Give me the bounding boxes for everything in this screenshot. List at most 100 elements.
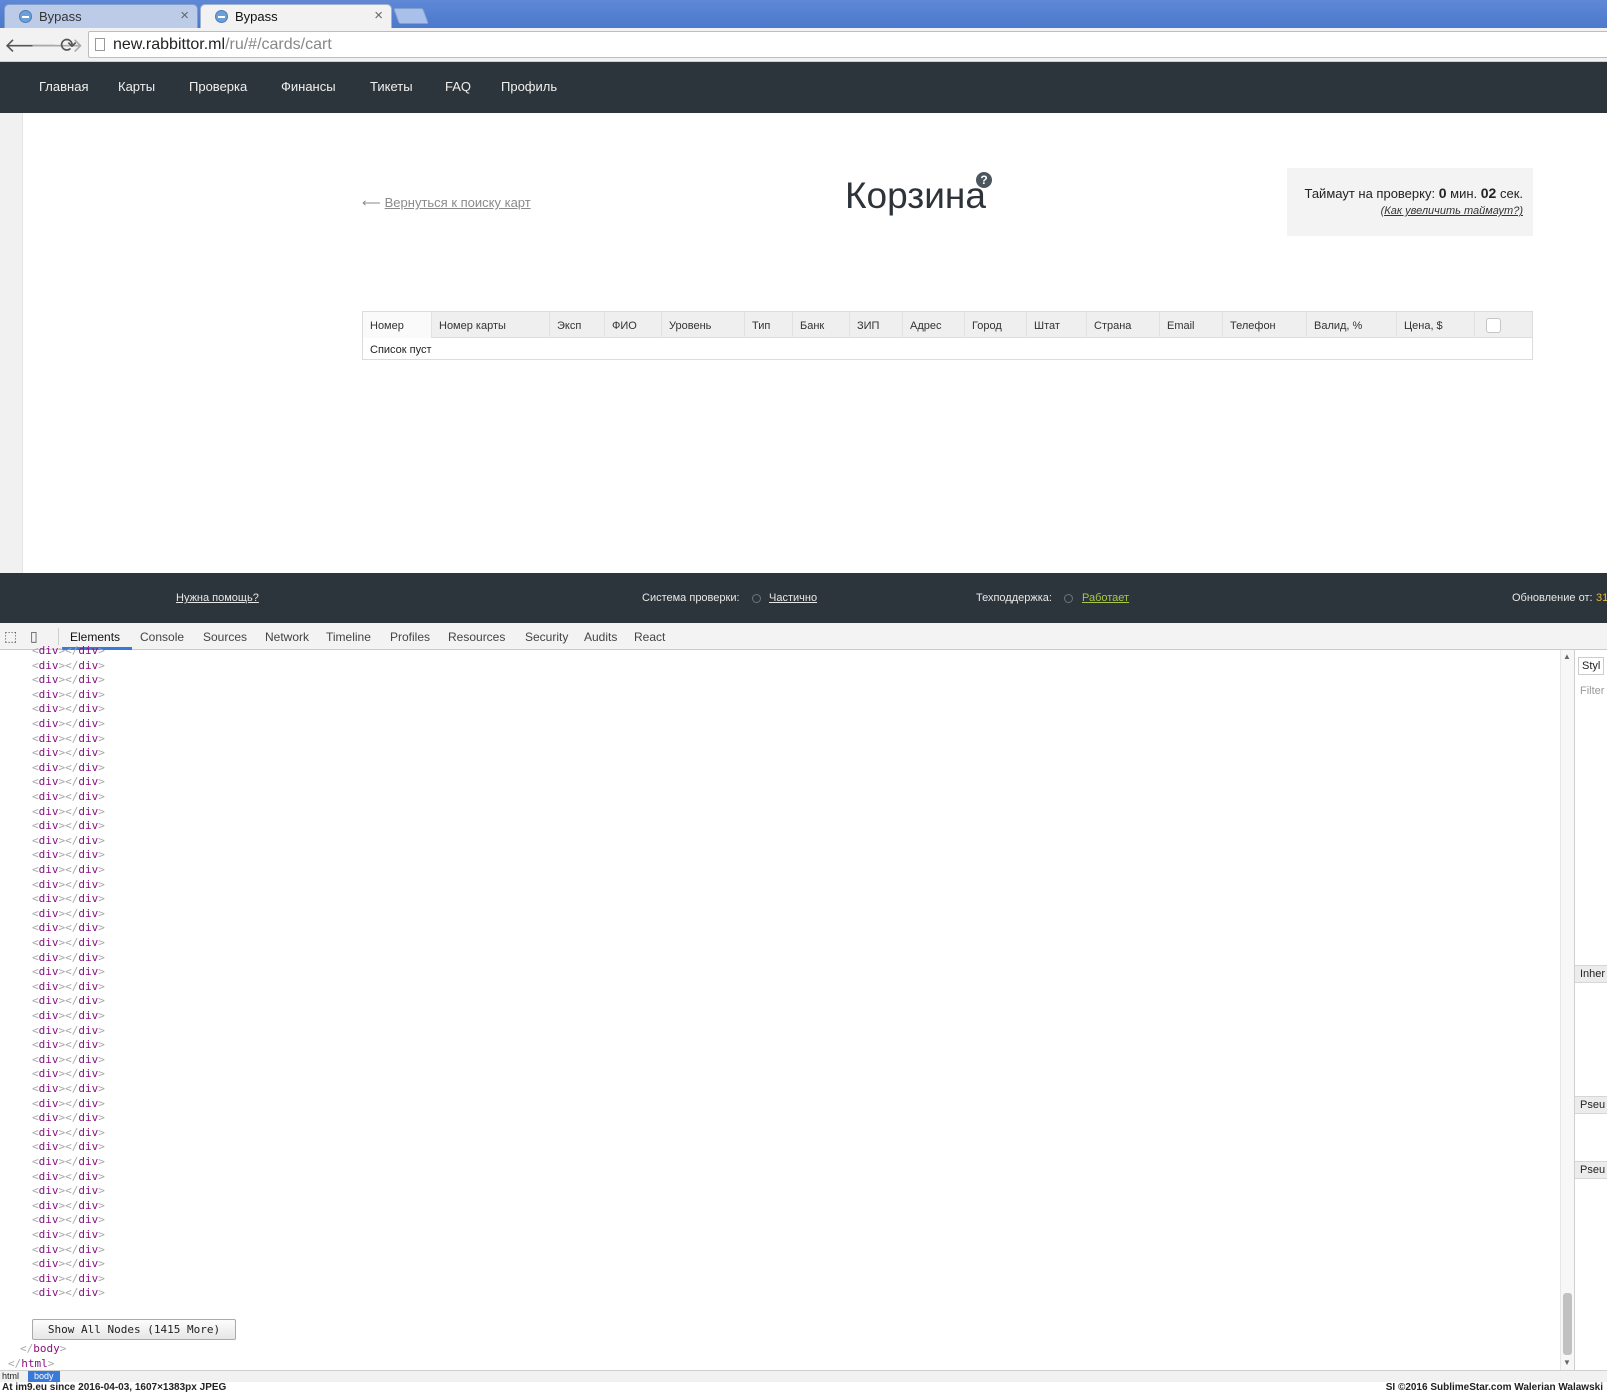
address-bar[interactable]: new.rabbittor.ml/ru/#/cards/cart — [88, 31, 1607, 58]
dom-node-row[interactable]: <div></div> — [32, 1228, 105, 1241]
column-header[interactable]: Штат — [1027, 312, 1087, 338]
dom-node-row[interactable]: <div></div> — [32, 1170, 105, 1183]
devtools-tab-audits[interactable]: Audits — [584, 630, 617, 644]
dom-node-row[interactable]: <div></div> — [32, 921, 105, 934]
column-header[interactable]: Эксп — [550, 312, 605, 338]
dom-node-row[interactable]: <div></div> — [32, 878, 105, 891]
devtools-tab-console[interactable]: Console — [140, 630, 184, 644]
dom-node-row[interactable]: <div></div> — [32, 746, 105, 759]
dom-node-row[interactable]: <div></div> — [32, 1097, 105, 1110]
dom-node-row[interactable]: <div></div> — [32, 965, 105, 978]
inspect-element-icon[interactable]: ⬚ — [4, 628, 17, 645]
dom-node-row[interactable]: <div></div> — [32, 1111, 105, 1124]
html-closing-tag[interactable]: </html> — [8, 1357, 54, 1370]
nav-item-faq[interactable]: FAQ — [445, 79, 471, 94]
dom-node-row[interactable]: <div></div> — [32, 1082, 105, 1095]
column-header[interactable]: Банк — [793, 312, 850, 338]
dom-node-row[interactable]: <div></div> — [32, 761, 105, 774]
dom-node-row[interactable]: <div></div> — [32, 688, 105, 701]
dom-node-row[interactable]: <div></div> — [32, 659, 105, 672]
browser-tab-1[interactable]: Bypass × — [4, 4, 198, 28]
dom-node-row[interactable]: <div></div> — [32, 775, 105, 788]
select-all-checkbox[interactable] — [1486, 318, 1501, 333]
nav-item-home[interactable]: Главная — [39, 79, 88, 94]
devtools-tab-profiles[interactable]: Profiles — [390, 630, 430, 644]
dom-node-row[interactable]: <div></div> — [32, 805, 105, 818]
dom-node-row[interactable]: <div></div> — [32, 1126, 105, 1139]
check-system-status[interactable]: Частично — [769, 592, 817, 604]
dom-node-row[interactable]: <div></div> — [32, 936, 105, 949]
reload-icon[interactable]: ⟳ — [60, 33, 77, 58]
column-header[interactable]: Валид, % — [1307, 312, 1397, 338]
browser-tab-2[interactable]: Bypass × — [200, 4, 392, 28]
devtools-tab-elements[interactable]: Elements — [70, 630, 120, 644]
nav-item-check[interactable]: Проверка — [189, 79, 247, 94]
dom-node-row[interactable]: <div></div> — [32, 1199, 105, 1212]
dom-node-row[interactable]: <div></div> — [32, 1213, 105, 1226]
column-header[interactable]: ФИО — [605, 312, 662, 338]
back-to-search-link[interactable]: ⟵ Вернуться к поиску карт — [362, 195, 531, 211]
dom-node-row[interactable]: <div></div> — [32, 1155, 105, 1168]
devtools-tab-security[interactable]: Security — [525, 630, 568, 644]
dom-node-row[interactable]: <div></div> — [32, 673, 105, 686]
column-header[interactable]: Уровень — [662, 312, 745, 338]
nav-item-finance[interactable]: Финансы — [281, 79, 336, 94]
dom-node-row[interactable]: <div></div> — [32, 644, 105, 657]
devtools-tab-resources[interactable]: Resources — [448, 630, 505, 644]
column-header[interactable]: ЗИП — [850, 312, 903, 338]
dom-node-row[interactable]: <div></div> — [32, 848, 105, 861]
column-header[interactable]: Номер карты — [432, 312, 550, 338]
need-help-link[interactable]: Нужна помощь? — [176, 592, 259, 604]
support-status[interactable]: Работает — [1082, 592, 1129, 604]
column-header[interactable]: Номер — [363, 312, 432, 338]
close-tab-icon[interactable]: × — [180, 7, 189, 24]
dom-node-row[interactable]: <div></div> — [32, 1243, 105, 1256]
breadcrumb-html[interactable]: html — [2, 1371, 19, 1381]
devtools-tab-react[interactable]: React — [634, 630, 665, 644]
dom-node-row[interactable]: <div></div> — [32, 951, 105, 964]
nav-item-profile[interactable]: Профиль — [501, 79, 557, 94]
dom-node-row[interactable]: <div></div> — [32, 1024, 105, 1037]
close-tab-icon[interactable]: × — [374, 7, 383, 24]
dom-node-row[interactable]: <div></div> — [32, 863, 105, 876]
devtools-tab-timeline[interactable]: Timeline — [326, 630, 371, 644]
dom-node-row[interactable]: <div></div> — [32, 1053, 105, 1066]
dom-node-row[interactable]: <div></div> — [32, 1009, 105, 1022]
dom-node-row[interactable]: <div></div> — [32, 907, 105, 920]
dom-node-row[interactable]: <div></div> — [32, 1067, 105, 1080]
dom-node-row[interactable]: <div></div> — [32, 1184, 105, 1197]
dom-node-row[interactable]: <div></div> — [32, 819, 105, 832]
show-all-nodes-button[interactable]: Show All Nodes (1415 More) — [32, 1319, 236, 1340]
dom-node-row[interactable]: <div></div> — [32, 1140, 105, 1153]
dom-node-row[interactable]: <div></div> — [32, 994, 105, 1007]
devtools-tab-sources[interactable]: Sources — [203, 630, 247, 644]
column-header[interactable]: Тип — [745, 312, 793, 338]
dom-node-row[interactable]: <div></div> — [32, 1286, 105, 1299]
devtools-tab-network[interactable]: Network — [265, 630, 309, 644]
dom-node-row[interactable]: <div></div> — [32, 980, 105, 993]
elements-scrollbar[interactable]: ▲ ▼ — [1560, 650, 1574, 1370]
dom-node-row[interactable]: <div></div> — [32, 702, 105, 715]
dom-node-row[interactable]: <div></div> — [32, 717, 105, 730]
column-header[interactable]: Цена, $ — [1397, 312, 1475, 338]
dom-node-row[interactable]: <div></div> — [32, 1272, 105, 1285]
dom-node-row[interactable]: <div></div> — [32, 790, 105, 803]
new-tab-button[interactable] — [393, 8, 429, 24]
dom-node-row[interactable]: <div></div> — [32, 892, 105, 905]
dom-node-row[interactable]: <div></div> — [32, 834, 105, 847]
column-header[interactable]: Страна — [1087, 312, 1160, 338]
column-header[interactable]: Город — [965, 312, 1027, 338]
nav-item-cards[interactable]: Карты — [118, 79, 155, 94]
help-question-icon[interactable]: ? — [976, 172, 992, 188]
device-mode-icon[interactable]: ▯ — [30, 628, 38, 645]
dom-node-row[interactable]: <div></div> — [32, 1257, 105, 1270]
scroll-down-icon[interactable]: ▼ — [1563, 1358, 1571, 1367]
scrollbar-thumb[interactable] — [1563, 1293, 1572, 1355]
column-header[interactable]: Телефон — [1223, 312, 1307, 338]
column-header[interactable]: Email — [1160, 312, 1223, 338]
scroll-up-icon[interactable]: ▲ — [1563, 652, 1571, 661]
dom-node-row[interactable]: <div></div> — [32, 732, 105, 745]
styles-tab[interactable]: Styl — [1578, 657, 1605, 675]
column-header[interactable]: Адрес — [903, 312, 965, 338]
nav-item-tickets[interactable]: Тикеты — [370, 79, 413, 94]
